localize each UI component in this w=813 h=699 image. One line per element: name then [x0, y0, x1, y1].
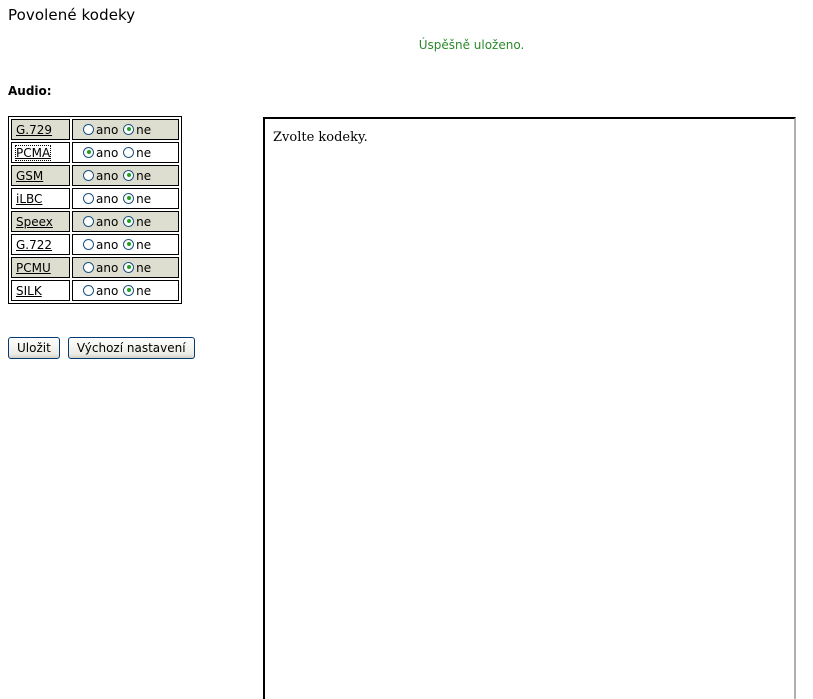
codec-row-ilbc: iLBC ano ne — [11, 188, 179, 209]
codec-row-gsm: GSM ano ne — [11, 165, 179, 186]
codec-row-pcma: PCMA ano ne — [11, 142, 179, 163]
no-label: ne — [136, 168, 152, 183]
codec-gsm-no-radio[interactable] — [123, 169, 135, 181]
save-button[interactable]: Uložit — [8, 337, 60, 359]
codec-g729-no-radio[interactable] — [123, 123, 135, 135]
codec-g722-no-radio[interactable] — [123, 238, 135, 250]
no-label: ne — [136, 283, 152, 298]
yes-label: ano — [96, 122, 119, 137]
codec-link-g722[interactable]: G.722 — [16, 238, 52, 252]
codec-link-pcma[interactable]: PCMA — [14, 144, 52, 161]
help-panel: Zvolte kodeky. — [263, 117, 796, 699]
yes-label: ano — [96, 191, 119, 206]
no-label: ne — [136, 260, 152, 275]
codec-row-pcmu: PCMU ano ne — [11, 257, 179, 278]
yes-label: ano — [96, 214, 119, 229]
page-title: Povolené kodeky — [8, 6, 136, 24]
help-text: Zvolte kodeky. — [273, 130, 368, 145]
yes-label: ano — [96, 168, 119, 183]
codec-ilbc-no-radio[interactable] — [123, 192, 135, 204]
codec-g729-yes-radio[interactable] — [83, 123, 94, 135]
codec-row-g729: G.729 ano ne — [11, 119, 179, 140]
codec-pcmu-yes-radio[interactable] — [83, 261, 94, 273]
codec-link-pcmu[interactable]: PCMU — [16, 261, 51, 275]
yes-label: ano — [96, 260, 119, 275]
codec-row-g722: G.722 ano ne — [11, 234, 179, 255]
yes-label: ano — [96, 283, 119, 298]
codec-row-silk: SILK ano ne — [11, 280, 179, 301]
codec-pcma-yes-radio[interactable] — [83, 146, 94, 158]
no-label: ne — [136, 237, 152, 252]
codec-silk-no-radio[interactable] — [123, 284, 135, 296]
codec-link-speex[interactable]: Speex — [16, 215, 53, 229]
no-label: ne — [136, 191, 152, 206]
yes-label: ano — [96, 145, 119, 160]
codec-link-gsm[interactable]: GSM — [16, 169, 43, 183]
codec-row-speex: Speex ano ne — [11, 211, 179, 232]
restore-defaults-button[interactable]: Výchozí nastavení — [67, 337, 195, 359]
no-label: ne — [136, 214, 152, 229]
codec-link-g729[interactable]: G.729 — [16, 123, 52, 137]
button-row: Uložit Výchozí nastavení — [8, 337, 198, 359]
codec-table: G.729 ano ne PCMA ano ne GSM ano ne iLBC… — [8, 116, 182, 304]
section-title-audio: Audio: — [8, 84, 52, 98]
codec-silk-yes-radio[interactable] — [83, 284, 94, 296]
codec-link-ilbc[interactable]: iLBC — [16, 192, 42, 206]
codec-link-silk[interactable]: SILK — [16, 284, 42, 298]
codec-ilbc-yes-radio[interactable] — [83, 192, 94, 204]
codec-pcmu-no-radio[interactable] — [123, 261, 135, 273]
codec-pcma-no-radio[interactable] — [123, 146, 135, 158]
codec-g722-yes-radio[interactable] — [83, 238, 94, 250]
codec-speex-yes-radio[interactable] — [83, 215, 94, 227]
yes-label: ano — [96, 237, 119, 252]
no-label: ne — [136, 122, 152, 137]
codec-gsm-yes-radio[interactable] — [83, 169, 94, 181]
codec-speex-no-radio[interactable] — [123, 215, 135, 227]
no-label: ne — [136, 145, 152, 160]
status-message: Úspěšně uloženo. — [418, 38, 525, 52]
